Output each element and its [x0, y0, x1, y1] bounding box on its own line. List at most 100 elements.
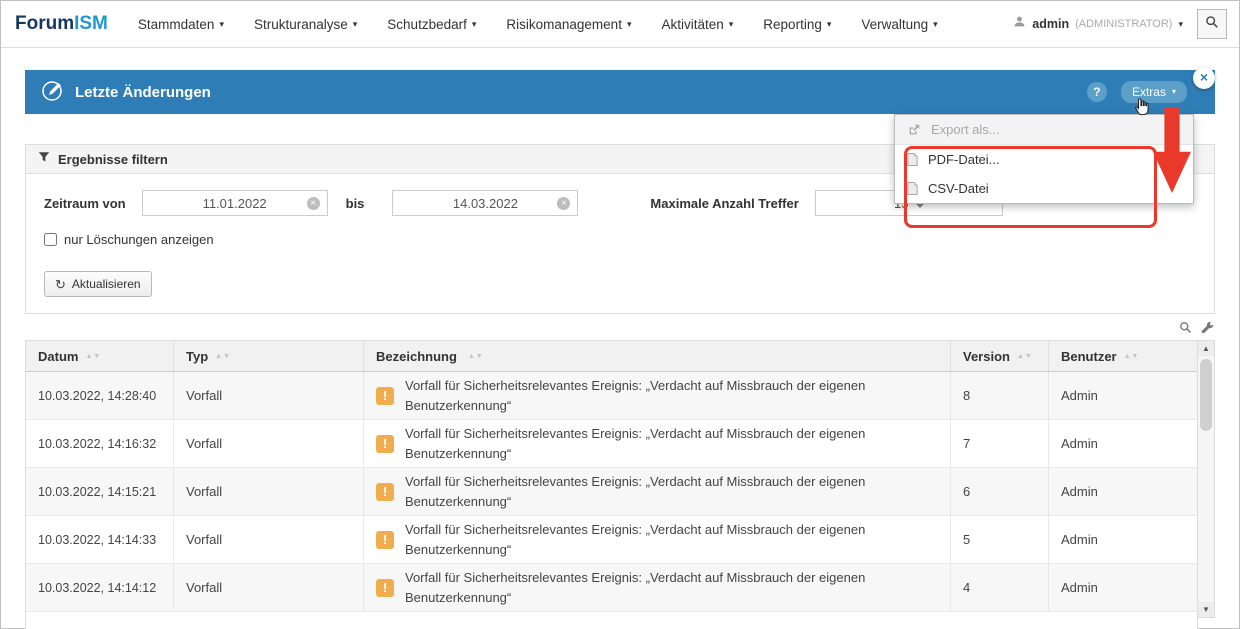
search-button[interactable] — [1197, 9, 1227, 39]
export-icon — [907, 123, 921, 137]
close-panel-button[interactable]: × — [1193, 67, 1215, 89]
sort-icon: ▲▼ — [215, 353, 231, 360]
caret-down-icon: ▾ — [827, 20, 832, 29]
column-header-version[interactable]: Version▲▼ — [951, 341, 1049, 371]
nav-item-label: Strukturanalyse — [254, 17, 348, 32]
table-toolbar — [25, 322, 1215, 338]
panel-actions: ? Extras ▾ — [1087, 81, 1187, 103]
search-icon — [1205, 15, 1219, 34]
column-label: Benutzer — [1061, 349, 1117, 364]
cell-version: 8 — [951, 372, 1049, 419]
nav-item-strukturanalyse[interactable]: Strukturanalyse ▾ — [254, 17, 357, 32]
warning-icon: ! — [376, 387, 394, 405]
refresh-label: Aktualisieren — [72, 277, 141, 291]
cell-bezeichnung: !Vorfall für Sicherheitsrelevantes Ereig… — [364, 516, 951, 563]
column-header-datum[interactable]: Datum ▲▼ — [26, 341, 174, 371]
table-row[interactable]: 10.03.2022, 14:28:40Vorfall!Vorfall für … — [26, 372, 1197, 420]
nav-item-reporting[interactable]: Reporting ▾ — [763, 17, 831, 32]
menu-item-label: PDF-Datei... — [928, 152, 1000, 167]
cell-benutzer: Admin — [1049, 372, 1197, 419]
extras-label: Extras — [1132, 85, 1166, 99]
table-row — [26, 612, 1197, 629]
menu-header-export-als: Export als... — [895, 115, 1193, 145]
deletions-only-row: nur Löschungen anzeigen — [44, 232, 1198, 247]
cell-typ: Vorfall — [174, 564, 364, 611]
extras-dropdown-menu: Export als... PDF-Datei... CSV-Datei — [894, 114, 1194, 204]
table-settings-wrench-icon[interactable] — [1201, 321, 1214, 339]
cell-datum: 10.03.2022, 14:16:32 — [26, 420, 174, 467]
user-menu[interactable]: admin (ADMINISTRATOR) ▾ — [1013, 15, 1183, 33]
menu-header-label: Export als... — [931, 122, 1000, 137]
table-search-icon[interactable] — [1179, 321, 1192, 339]
sort-icon: ▲▼ — [1124, 353, 1140, 360]
date-to-input[interactable]: 14.03.2022 × — [392, 190, 578, 216]
cell-datum: 10.03.2022, 14:28:40 — [26, 372, 174, 419]
sort-icon: ▲▼ — [468, 353, 484, 360]
scrollbar-thumb[interactable] — [1200, 359, 1212, 431]
sort-icon: ▲▼ — [85, 353, 101, 360]
help-button[interactable]: ? — [1087, 82, 1107, 102]
refresh-icon: ↻ — [55, 278, 66, 291]
cell-datum: 10.03.2022, 14:14:33 — [26, 516, 174, 563]
extras-menu-items: PDF-Datei... CSV-Datei — [895, 145, 1193, 203]
table-body: 10.03.2022, 14:28:40Vorfall!Vorfall für … — [26, 372, 1197, 629]
date-from-label: Zeitraum von — [44, 196, 126, 211]
nav-item-schutzbedarf[interactable]: Schutzbedarf ▾ — [387, 17, 476, 32]
app-logo[interactable]: ForumISM — [15, 13, 108, 35]
warning-icon: ! — [376, 531, 394, 549]
results-table: Datum▲▼Typ▲▼Bezeichnung▲▼Version▲▼Benutz… — [25, 340, 1215, 629]
date-to-value: 14.03.2022 — [453, 196, 518, 211]
column-header-benutzer[interactable]: Benutzer ▲▼ — [1049, 341, 1197, 371]
cell-version: 4 — [951, 564, 1049, 611]
nav-item-verwaltung[interactable]: Verwaltung▾ — [861, 17, 937, 32]
column-label: Version — [963, 349, 1010, 364]
menu-item-label: CSV-Datei — [928, 181, 989, 196]
caret-down-icon: ▾ — [472, 20, 477, 29]
vertical-scrollbar[interactable]: ▲ ▼ — [1198, 340, 1215, 618]
cell-bezeichnung: !Vorfall für Sicherheitsrelevantes Ereig… — [364, 372, 951, 419]
user-name: admin — [1032, 17, 1069, 31]
bezeichnung-text: Vorfall für Sicherheitsrelevantes Ereign… — [405, 568, 938, 607]
refresh-button[interactable]: ↻ Aktualisieren — [44, 271, 152, 297]
nav-item-aktivitäten[interactable]: Aktivitäten▾ — [661, 17, 733, 32]
column-label: Bezeichnung — [376, 349, 457, 364]
extras-button[interactable]: Extras ▾ — [1121, 81, 1187, 103]
column-label: Datum — [38, 349, 78, 364]
table-row[interactable]: 10.03.2022, 14:15:21Vorfall!Vorfall für … — [26, 468, 1197, 516]
caret-down-icon: ▾ — [1178, 20, 1183, 29]
panel-header: Letzte Änderungen ? Extras ▾ × — [25, 70, 1215, 114]
menu-item-pdf-file[interactable]: PDF-Datei... — [895, 145, 1193, 174]
table-row[interactable]: 10.03.2022, 14:16:32Vorfall!Vorfall für … — [26, 420, 1197, 468]
nav-item-label: Verwaltung — [861, 17, 928, 32]
scroll-up-icon[interactable]: ▲ — [1198, 341, 1214, 356]
top-navigation-bar: ForumISM Stammdaten▾Strukturanalyse▾Schu… — [1, 1, 1239, 48]
column-header-typ[interactable]: Typ▲▼ — [174, 341, 364, 371]
caret-down-icon: ▾ — [219, 20, 224, 29]
nav-item-stammdaten[interactable]: Stammdaten▾ — [138, 17, 224, 32]
cell-datum: 10.03.2022, 14:15:21 — [26, 468, 174, 515]
clear-icon[interactable]: × — [307, 197, 320, 210]
deletions-only-label: nur Löschungen anzeigen — [64, 232, 214, 247]
table: Datum▲▼Typ▲▼Bezeichnung▲▼Version▲▼Benutz… — [25, 340, 1198, 629]
scroll-down-icon[interactable]: ▼ — [1198, 602, 1214, 617]
menu-item-csv-file[interactable]: CSV-Datei — [895, 174, 1193, 203]
cell-bezeichnung: !Vorfall für Sicherheitsrelevantes Ereig… — [364, 564, 951, 611]
nav-item-risikomanagement[interactable]: Risikomanagement▾ — [506, 17, 631, 32]
nav-item-label: Schutzbedarf — [387, 17, 467, 32]
cell-version: 6 — [951, 468, 1049, 515]
column-header-bezeichnung[interactable]: Bezeichnung ▲▼ — [364, 341, 951, 371]
table-row[interactable]: 10.03.2022, 14:14:12Vorfall!Vorfall für … — [26, 564, 1197, 612]
cell-datum: 10.03.2022, 14:14:12 — [26, 564, 174, 611]
spinner-down-icon[interactable] — [916, 204, 924, 208]
user-role: (ADMINISTRATOR) — [1075, 18, 1172, 30]
caret-down-icon: ▾ — [353, 20, 358, 29]
date-from-input[interactable]: 11.01.2022 × — [142, 190, 328, 216]
cell-typ: Vorfall — [174, 468, 364, 515]
clear-icon[interactable]: × — [557, 197, 570, 210]
table-row[interactable]: 10.03.2022, 14:14:33Vorfall!Vorfall für … — [26, 516, 1197, 564]
deletions-only-checkbox[interactable] — [44, 233, 57, 246]
page-title: Letzte Änderungen — [75, 84, 211, 101]
cell-bezeichnung: !Vorfall für Sicherheitsrelevantes Ereig… — [364, 468, 951, 515]
nav-item-label: Reporting — [763, 17, 822, 32]
date-to-label: bis — [346, 196, 365, 211]
